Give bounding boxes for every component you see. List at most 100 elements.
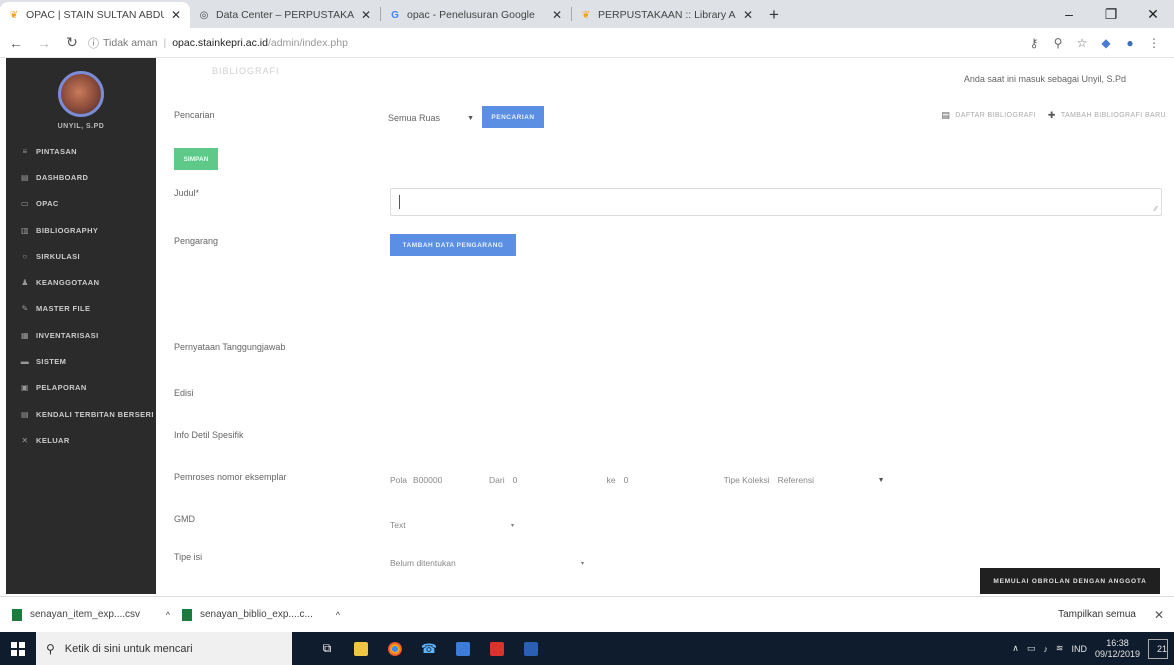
from-label: Dari	[489, 475, 505, 485]
extension-icon[interactable]: ◆	[1094, 36, 1118, 50]
start-button[interactable]	[0, 632, 36, 665]
word-button[interactable]	[514, 632, 548, 665]
sidebar-item-pintasan[interactable]: ≡ PINTASAN	[6, 138, 156, 164]
profile-icon[interactable]: ●	[1118, 36, 1142, 50]
download-item[interactable]: senayan_biblio_exp....c... ^	[182, 608, 340, 621]
chevron-up-icon[interactable]: ∧	[1012, 643, 1019, 654]
globe-icon: ◎	[199, 9, 209, 21]
language-indicator[interactable]: IND	[1071, 644, 1087, 654]
browser-tab-data-center[interactable]: ◎ Data Center – PERPUSTAKAAN ✕	[190, 2, 380, 28]
caret-down-icon: ▾	[510, 522, 514, 529]
bibliography-list-link[interactable]: DAFTAR BIBLIOGRAFI	[955, 112, 1036, 119]
sidebar-item-label: SIRKULASI	[36, 251, 81, 261]
browser-tab-opac[interactable]: ❦ OPAC | STAIN SULTAN ABDURRA ✕	[0, 2, 190, 28]
sidebar-item-master-file[interactable]: ✎ MASTER FILE	[6, 296, 156, 322]
to-input[interactable]: 0	[624, 475, 724, 485]
caret-down-icon: ▾	[580, 560, 584, 567]
address-bar[interactable]: ⓘ Tidak aman | opac.stainkepri.ac.id /ad…	[88, 31, 1022, 55]
reload-icon[interactable]: ↻	[60, 31, 84, 55]
sidebar-item-label: PELAPORAN	[36, 383, 87, 393]
downloads-bar: senayan_item_exp....csv ^ senayan_biblio…	[0, 596, 1174, 632]
network-icon[interactable]: ▭	[1027, 643, 1036, 654]
chevron-up-icon[interactable]: ^	[166, 610, 170, 620]
close-icon[interactable]: ✕	[551, 8, 563, 22]
sidebar-item-dashboard[interactable]: ▤ DASHBOARD	[6, 164, 156, 190]
pattern-input[interactable]: B00000	[413, 475, 489, 485]
close-icon[interactable]: ✕	[360, 8, 372, 22]
content-type-select[interactable]: Belum ditentukan ▾	[390, 558, 584, 568]
acrobat-button[interactable]	[480, 632, 514, 665]
show-all-downloads[interactable]: Tampilkan semua	[1058, 609, 1136, 620]
sidebar-item-bibliography[interactable]: ▥ BIBLIOGRAPHY	[6, 217, 156, 243]
content-type-value: Belum ditentukan	[390, 558, 456, 568]
title-input[interactable]: ⁄⁄	[390, 188, 1162, 216]
chevron-up-icon[interactable]: ^	[336, 610, 340, 620]
maximize-icon[interactable]: ❐	[1090, 0, 1132, 28]
text-cursor	[399, 195, 400, 209]
sidebar-item-inventarisasi[interactable]: ▦ INVENTARISASI	[6, 322, 156, 348]
wifi-icon[interactable]: ≋	[1056, 643, 1064, 654]
browser-tab-library[interactable]: ❦ PERPUSTAKAAN :: Library Autor ✕	[572, 2, 762, 28]
sidebar-item-opac[interactable]: ▭ OPAC	[6, 191, 156, 217]
gmd-select[interactable]: Text ▾	[390, 520, 514, 530]
sidebar-item-sistem[interactable]: ▬ SISTEM	[6, 348, 156, 374]
start-chat-button[interactable]: MEMULAI OBROLAN DENGAN ANGGOTA	[980, 568, 1160, 594]
browser-tab-google[interactable]: G opac - Penelusuran Google ✕	[381, 2, 571, 28]
caret-down-icon: ▼	[877, 476, 885, 484]
sidebar-item-keanggotaan[interactable]: ♟ KEANGGOTAAN	[6, 269, 156, 295]
search-button[interactable]: PENCARIAN	[482, 106, 544, 128]
search-label: Pencarian	[174, 110, 215, 120]
inventory-icon: ▦	[21, 330, 29, 340]
zoom-icon[interactable]: ⚲	[1046, 36, 1070, 50]
chrome-button[interactable]	[378, 632, 412, 665]
search-icon: ⚲	[46, 641, 55, 656]
clock[interactable]: 16:38 09/12/2019	[1095, 638, 1140, 660]
task-view-button[interactable]: ⧉	[310, 632, 344, 665]
clock-time: 16:38	[1106, 637, 1129, 648]
tab-title: PERPUSTAKAAN :: Library Autor	[598, 9, 736, 21]
monitor-icon: ▭	[21, 199, 29, 209]
forward-icon[interactable]: →	[32, 31, 56, 55]
tab-title: OPAC | STAIN SULTAN ABDURRA	[26, 9, 164, 21]
back-icon[interactable]: ←	[4, 31, 28, 55]
gmd-label: GMD	[174, 514, 195, 524]
from-input[interactable]: 0	[513, 475, 607, 485]
search-field-select[interactable]: Semua Ruas ▼	[388, 110, 474, 126]
notification-icon[interactable]: 21	[1148, 638, 1168, 659]
sidebar-item-kendali-terbitan[interactable]: ▤ KENDALI TERBITAN BERSERI	[6, 401, 156, 427]
save-button[interactable]: SIMPAN	[174, 148, 218, 170]
file-explorer-button[interactable]	[344, 632, 378, 665]
key-icon[interactable]: ⚷	[1022, 36, 1046, 50]
sidebar-item-sirkulasi[interactable]: ○ SIRKULASI	[6, 243, 156, 269]
info-icon[interactable]: ⓘ	[88, 35, 99, 51]
app-button[interactable]	[446, 632, 480, 665]
sidebar-item-pelaporan[interactable]: ▣ PELAPORAN	[6, 375, 156, 401]
sidebar-item-keluar[interactable]: ✕ KELUAR	[6, 427, 156, 453]
menu-icon[interactable]: ⋮	[1142, 36, 1166, 50]
star-icon[interactable]: ☆	[1070, 36, 1094, 50]
report-icon: ▣	[21, 383, 29, 393]
author-label: Pengarang	[174, 236, 219, 246]
content-type-label: Tipe isi	[174, 552, 203, 562]
close-icon[interactable]: ✕	[170, 8, 182, 22]
taskbar-search[interactable]: ⚲ Ketik di sini untuk mencari	[36, 632, 292, 665]
collection-type-select[interactable]: Referensi	[778, 475, 878, 485]
logout-icon: ✕	[21, 435, 29, 445]
download-item[interactable]: senayan_item_exp....csv ^	[12, 608, 170, 621]
close-icon[interactable]: ✕	[742, 8, 754, 22]
phone-app-button[interactable]: ☎	[412, 632, 446, 665]
minimize-icon[interactable]: –	[1048, 0, 1090, 28]
sidebar-item-label: INVENTARISASI	[36, 330, 99, 340]
new-tab-button[interactable]: +	[762, 2, 786, 28]
resize-grip-icon[interactable]: ⁄⁄	[1155, 206, 1157, 213]
close-icon[interactable]: ✕	[1154, 608, 1164, 622]
add-author-button[interactable]: TAMBAH DATA PENGARANG	[390, 234, 516, 256]
csv-file-icon	[12, 608, 22, 621]
sidebar-menu: ≡ PINTASAN ▤ DASHBOARD ▭ OPAC ▥ BIBLIOGRAPHY…	[6, 138, 156, 454]
volume-icon[interactable]: ♪	[1043, 644, 1048, 654]
close-window-icon[interactable]: ✕	[1132, 0, 1174, 28]
bibliography-actions: ▤ DAFTAR BIBLIOGRAFI ✚ TAMBAH BIBLIOGRAF…	[941, 110, 1166, 121]
url-path: /admin/index.php	[267, 36, 348, 49]
add-bibliography-link[interactable]: TAMBAH BIBLIOGRAFI BARU	[1061, 112, 1166, 119]
item-code-label: Pemroses nomor eksemplar	[174, 472, 287, 482]
